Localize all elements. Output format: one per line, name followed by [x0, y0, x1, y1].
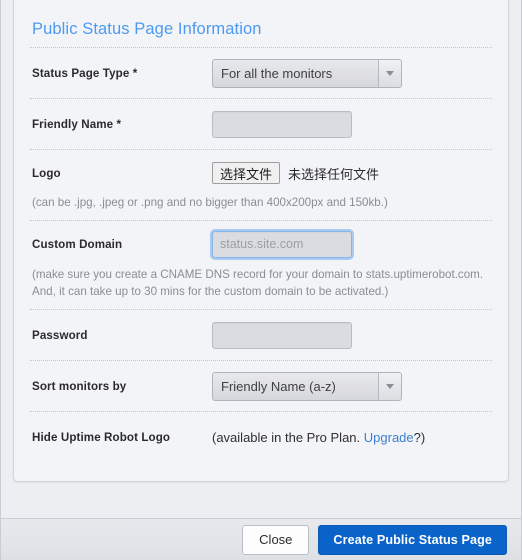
form-row-hide-uptime-robot-logo: Hide Uptime Robot Logo (available in the… — [30, 412, 492, 462]
form-row-status-page-type: Status Page Type * For all the monitors — [30, 48, 492, 98]
label-friendly-name: Friendly Name * — [32, 117, 122, 131]
close-button[interactable]: Close — [242, 524, 310, 555]
panel-title: Public Status Page Information — [32, 20, 262, 38]
custom-domain-input[interactable] — [212, 230, 352, 258]
chevron-down-icon[interactable] — [378, 59, 401, 87]
form-row-password: Password — [30, 310, 492, 360]
public-status-page-dialog: Public Status Page Information Status Pa… — [0, 0, 522, 560]
status-page-info-panel: Public Status Page Information Status Pa… — [13, 0, 509, 482]
label-password: Password — [32, 328, 88, 342]
dialog-footer: Close Create Public Status Page — [1, 518, 521, 560]
logo-hint: (can be .jpg, .jpeg or .png and no bigge… — [32, 196, 388, 209]
form-row-custom-domain: Custom Domain — [30, 221, 492, 271]
form-row-friendly-name: Friendly Name * — [30, 99, 492, 149]
label-logo: Logo — [32, 166, 61, 180]
label-status-page-type: Status Page Type * — [32, 66, 138, 80]
label-custom-domain: Custom Domain — [32, 237, 123, 251]
form-row-sort-monitors-by: Sort monitors by Friendly Name (a-z) — [30, 361, 492, 411]
custom-domain-hint: (make sure you create a CNAME DNS record… — [32, 268, 484, 298]
dialog-body: Public Status Page Information Status Pa… — [1, 0, 521, 518]
chevron-down-icon[interactable] — [378, 372, 401, 400]
file-selection-status: 未选择任何文件 — [288, 167, 380, 183]
pro-plan-note: (available in the Pro Plan. Upgrade?) — [212, 430, 425, 445]
pro-plan-note-prefix: (available in the Pro Plan. — [212, 429, 364, 445]
label-sort-monitors-by: Sort monitors by — [32, 379, 127, 393]
password-input[interactable] — [212, 321, 352, 349]
create-public-status-page-button[interactable]: Create Public Status Page — [318, 524, 507, 555]
pro-plan-note-suffix: ?) — [413, 429, 426, 445]
sort-monitors-by-selected-value: Friendly Name (a-z) — [221, 378, 336, 394]
sort-monitors-by-select[interactable]: Friendly Name (a-z) — [212, 371, 402, 401]
friendly-name-input[interactable] — [212, 110, 352, 138]
status-page-type-selected-value: For all the monitors — [221, 65, 333, 81]
upgrade-link[interactable]: Upgrade — [364, 430, 414, 445]
form-row-logo: Logo 选择文件 未选择任何文件 — [30, 150, 492, 200]
status-page-type-select[interactable]: For all the monitors — [212, 58, 402, 88]
logo-file-input[interactable]: 选择文件 未选择任何文件 — [212, 162, 379, 184]
label-hide-uptime-robot-logo: Hide Uptime Robot Logo — [32, 430, 171, 444]
choose-file-button[interactable]: 选择文件 — [212, 162, 281, 184]
